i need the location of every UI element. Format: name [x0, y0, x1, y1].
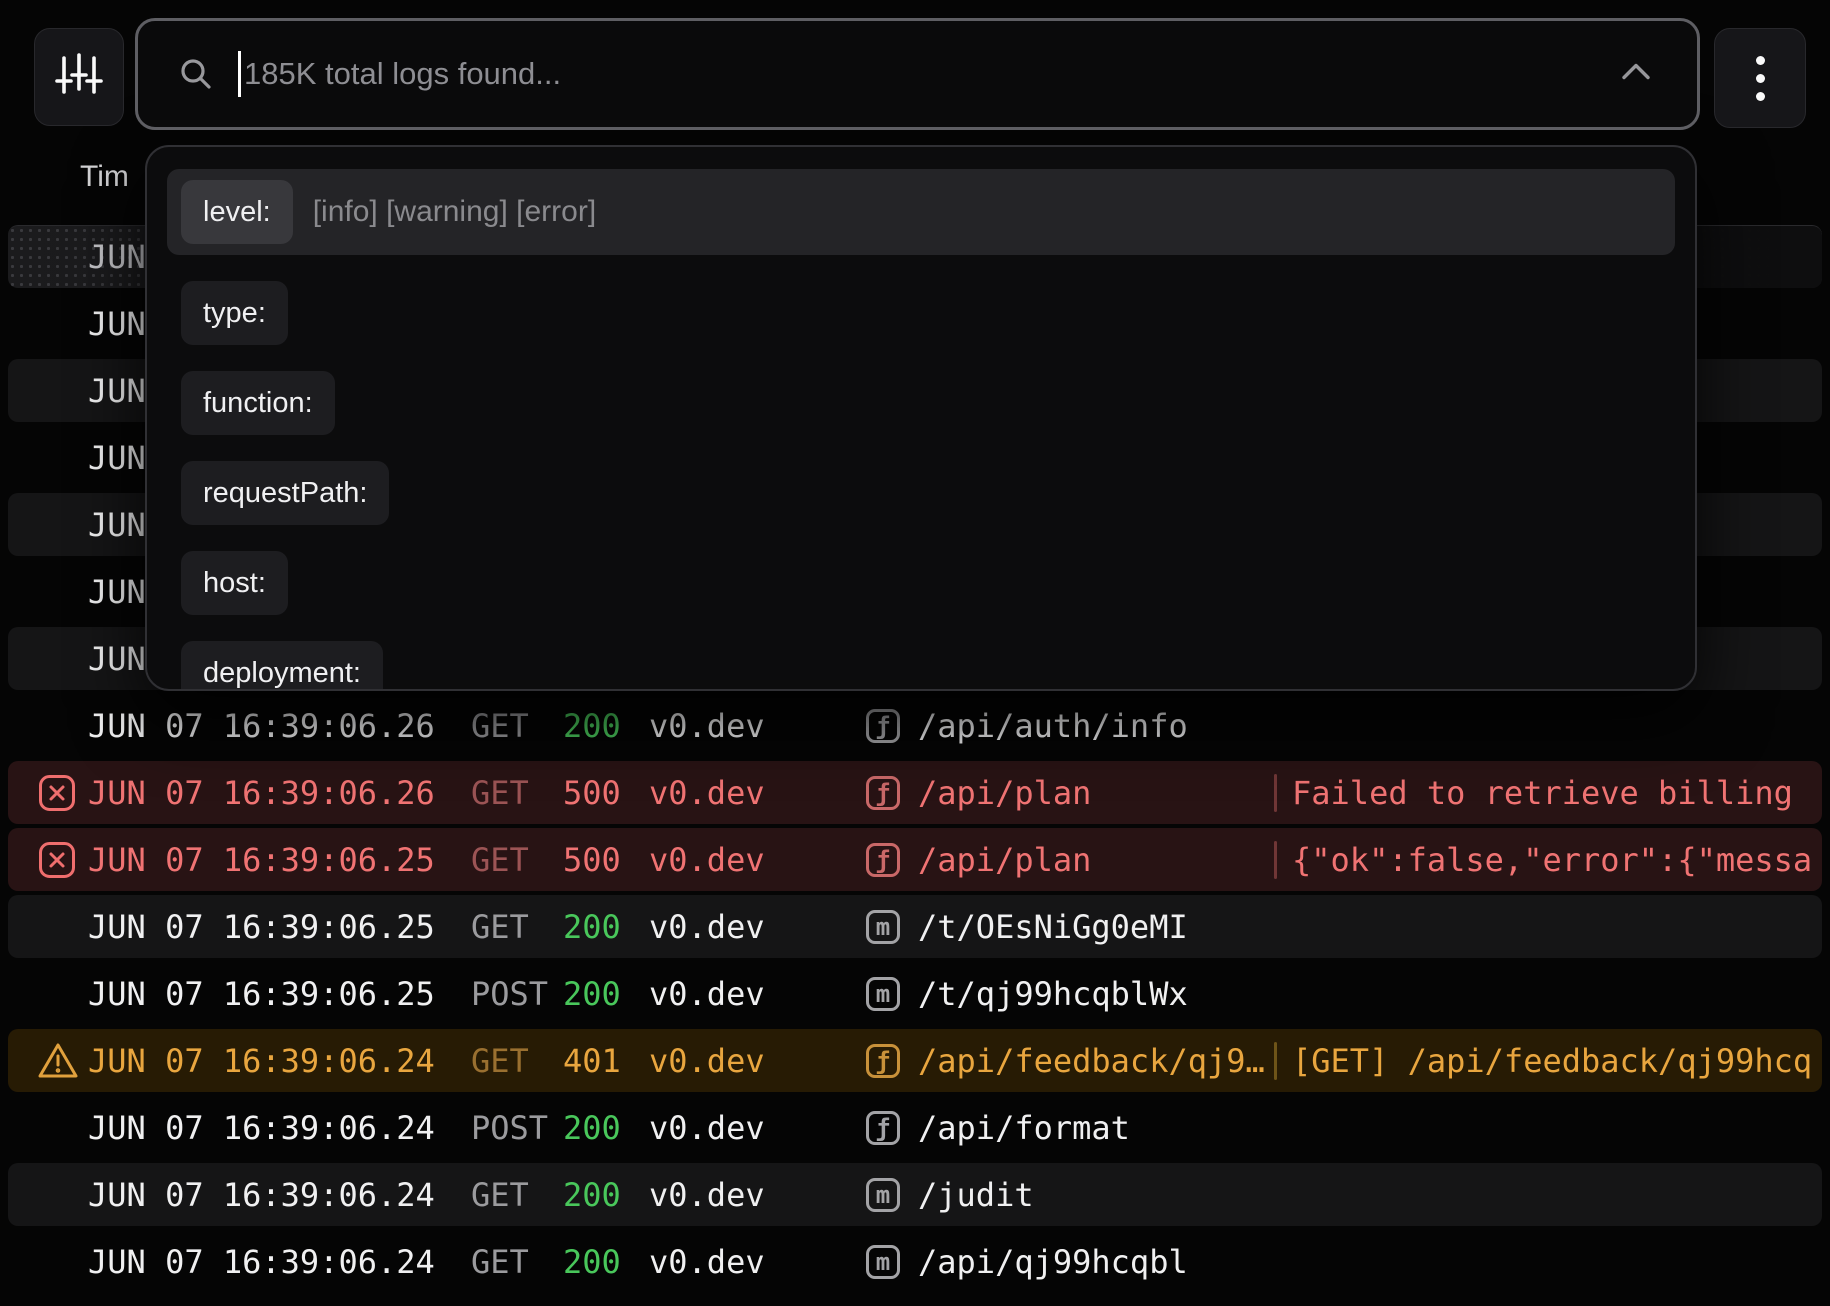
request-path: /t/OEsNiGg0eMI	[918, 908, 1188, 946]
log-timestamp: JUN 07 16:39:06.24	[88, 1243, 435, 1281]
suggestion-item-level[interactable]: level: [info] [warning] [error]	[167, 169, 1675, 255]
log-timestamp: JUN	[88, 640, 146, 678]
warning-level-icon	[37, 1041, 77, 1081]
menu-button[interactable]	[1714, 28, 1806, 128]
status-code: 200	[563, 1243, 621, 1281]
status-code: 401	[563, 1042, 621, 1080]
filter-suggestions-dropdown: level: [info] [warning] [error] type: fu…	[145, 145, 1697, 691]
log-row[interactable]: JUN 07 16:39:06.26 GET 200 v0.dev ƒ/api/auth…	[0, 692, 1830, 759]
error-level-icon	[37, 773, 77, 813]
log-row[interactable]: JUN 07 16:39:06.24 POST 200 v0.dev ƒ/api/for…	[0, 1094, 1830, 1161]
request-path: /api/feedback/qj9…	[918, 1042, 1265, 1080]
request-path: /api/plan	[918, 841, 1091, 879]
host: v0.dev	[649, 841, 765, 879]
host: v0.dev	[649, 1042, 765, 1080]
log-timestamp: JUN	[88, 372, 146, 410]
sliders-icon	[54, 50, 104, 105]
log-timestamp: JUN	[88, 305, 146, 343]
request-method: POST	[471, 975, 548, 1013]
request-method: GET	[471, 841, 529, 879]
timestamp-column-header: Tim	[80, 160, 129, 194]
log-timestamp: JUN	[88, 238, 146, 276]
request-path: /api/format	[918, 1109, 1130, 1147]
log-message: {"ok":false,"error":{"messa	[1292, 841, 1830, 879]
function-icon: ƒ	[866, 1044, 900, 1078]
middleware-icon: m	[866, 1245, 900, 1279]
log-timestamp: JUN	[88, 506, 146, 544]
message-separator	[1274, 841, 1277, 879]
host: v0.dev	[649, 975, 765, 1013]
log-timestamp: JUN 07 16:39:06.25	[88, 908, 435, 946]
error-level-icon	[37, 840, 77, 880]
search-input[interactable]: 185K total logs found...	[135, 18, 1700, 130]
log-row[interactable]: JUN 07 16:39:06.25 GET 200 v0.dev m/t/OEsNiG…	[0, 893, 1830, 960]
request-method: GET	[471, 1176, 529, 1214]
log-timestamp: JUN 07 16:39:06.24	[88, 1042, 435, 1080]
request-method: GET	[471, 908, 529, 946]
host: v0.dev	[649, 908, 765, 946]
status-code: 500	[563, 774, 621, 812]
log-row[interactable]: JUN 07 16:39:06.24 GET 401 v0.dev ƒ/api/feed…	[0, 1027, 1830, 1094]
request-method: GET	[471, 1042, 529, 1080]
middleware-icon: m	[866, 910, 900, 944]
suggestion-chip-level[interactable]: level:	[181, 180, 293, 244]
log-row[interactable]: JUN 07 16:39:06.26 GET 500 v0.dev ƒ/api/plan…	[0, 759, 1830, 826]
function-icon: ƒ	[866, 1111, 900, 1145]
message-separator	[1274, 774, 1277, 812]
text-caret	[238, 51, 241, 97]
log-timestamp: JUN	[88, 439, 146, 477]
log-timestamp: JUN 07 16:39:06.25	[88, 841, 435, 879]
search-placeholder: 185K total logs found...	[244, 56, 561, 92]
message-separator	[1274, 1042, 1277, 1080]
log-timestamp: JUN 07 16:39:06.25	[88, 975, 435, 1013]
suggestion-chip-requestPath[interactable]: requestPath:	[181, 461, 389, 525]
function-icon: ƒ	[866, 709, 900, 743]
status-code: 200	[563, 1176, 621, 1214]
log-timestamp: JUN 07 16:39:06.24	[88, 1109, 435, 1147]
log-timestamp: JUN 07 16:39:06.26	[88, 707, 435, 745]
request-method: GET	[471, 1243, 529, 1281]
request-path: /api/auth/info	[918, 707, 1188, 745]
kebab-menu-icon	[1756, 56, 1765, 101]
suggestion-chip-function[interactable]: function:	[181, 371, 335, 435]
status-code: 200	[563, 908, 621, 946]
status-code: 200	[563, 975, 621, 1013]
host: v0.dev	[649, 1243, 765, 1281]
log-row[interactable]: JUN 07 16:39:06.25 POST 200 v0.dev m/t/qj99h…	[0, 960, 1830, 1027]
log-row[interactable]: JUN 07 16:39:06.24 GET 200 v0.dev m/judit	[0, 1161, 1830, 1228]
log-message: [GET] /api/feedback/qj99hcq	[1292, 1042, 1830, 1080]
log-timestamp: JUN	[88, 573, 146, 611]
suggestion-chip-type[interactable]: type:	[181, 281, 288, 345]
request-path: /t/qj99hcqblWx	[918, 975, 1188, 1013]
host: v0.dev	[649, 707, 765, 745]
request-method: POST	[471, 1109, 548, 1147]
status-code: 500	[563, 841, 621, 879]
request-path: /api/plan	[918, 774, 1091, 812]
request-path: /api/qj99hcqbl	[918, 1243, 1188, 1281]
function-icon: ƒ	[866, 776, 900, 810]
toolbar: 185K total logs found...	[0, 0, 1830, 145]
log-timestamp: JUN 07 16:39:06.24	[88, 1176, 435, 1214]
chevron-up-icon[interactable]	[1619, 61, 1653, 88]
middleware-icon: m	[866, 1178, 900, 1212]
host: v0.dev	[649, 1176, 765, 1214]
function-icon: ƒ	[866, 843, 900, 877]
log-message: Failed to retrieve billing	[1292, 774, 1830, 812]
log-row[interactable]: JUN 07 16:39:06.24 GET 200 v0.dev m/api/qj99…	[0, 1228, 1830, 1295]
status-code: 200	[563, 1109, 621, 1147]
request-path: /judit	[918, 1176, 1034, 1214]
search-icon	[178, 56, 214, 92]
filter-button[interactable]	[34, 28, 124, 126]
host: v0.dev	[649, 774, 765, 812]
host: v0.dev	[649, 1109, 765, 1147]
status-code: 200	[563, 707, 621, 745]
log-timestamp: JUN 07 16:39:06.26	[88, 774, 435, 812]
request-method: GET	[471, 774, 529, 812]
middleware-icon: m	[866, 977, 900, 1011]
log-row[interactable]: JUN 07 16:39:06.25 GET 500 v0.dev ƒ/api/plan…	[0, 826, 1830, 893]
suggestion-chip-deployment[interactable]: deployment:	[181, 641, 383, 691]
suggestion-chip-host[interactable]: host:	[181, 551, 288, 615]
suggestion-hint-level: [info] [warning] [error]	[313, 195, 596, 229]
request-method: GET	[471, 707, 529, 745]
